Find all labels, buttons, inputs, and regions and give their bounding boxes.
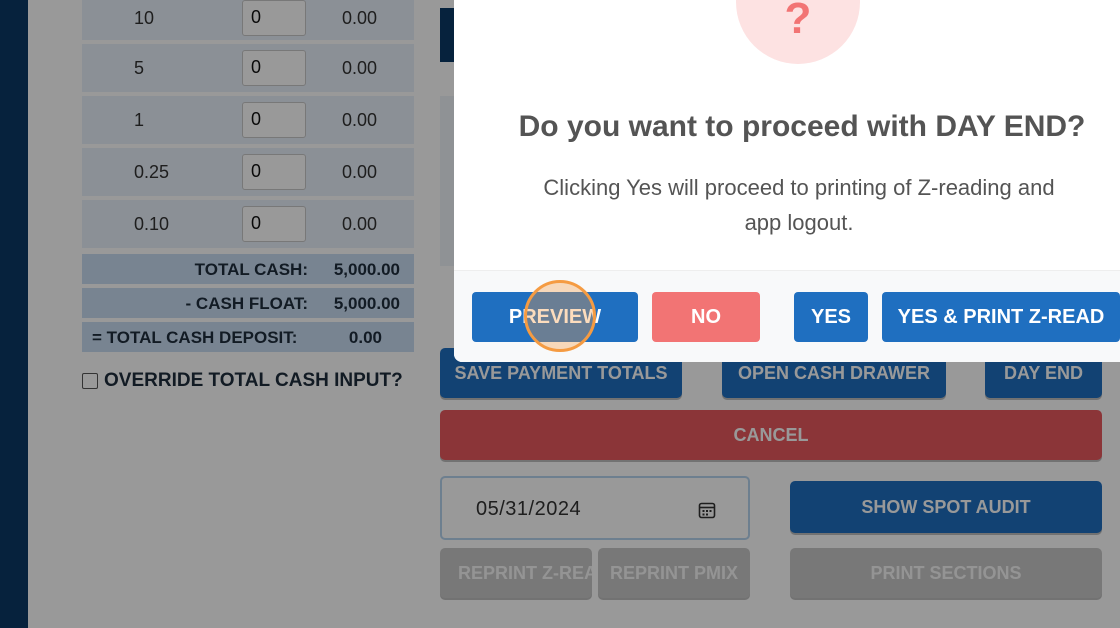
question-mark: ? bbox=[784, 0, 812, 43]
no-button[interactable]: NO bbox=[652, 292, 760, 342]
question-icon: ? bbox=[736, 0, 860, 64]
click-indicator bbox=[524, 280, 596, 352]
dialog-message: Clicking Yes will proceed to printing of… bbox=[543, 175, 1055, 235]
dialog-title: Do you want to proceed with DAY END? bbox=[518, 110, 1086, 143]
yes-print-zread-button[interactable]: YES & PRINT Z-READ bbox=[882, 292, 1120, 342]
yes-button[interactable]: YES bbox=[794, 292, 868, 342]
